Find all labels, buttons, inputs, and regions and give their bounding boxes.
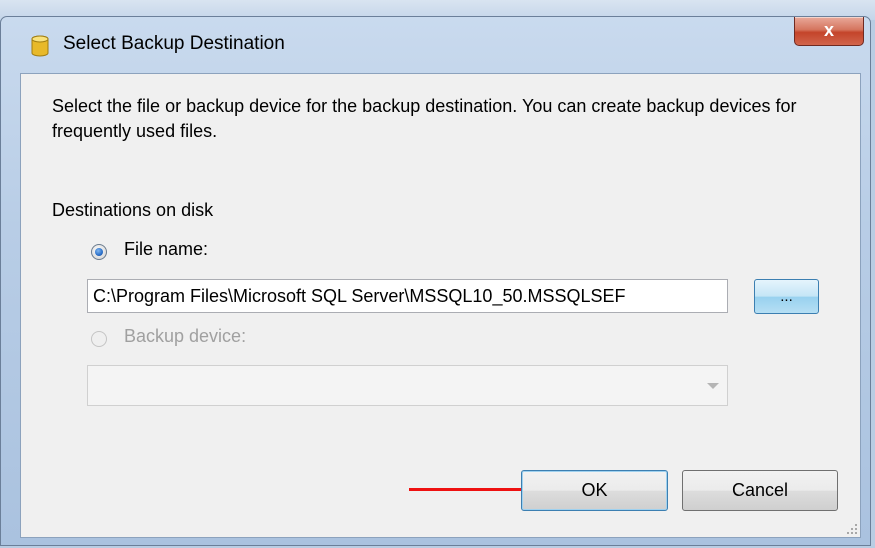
browse-button[interactable]: ... [754,279,819,314]
resize-grip-icon[interactable] [846,523,858,535]
dialog-body: Select the file or backup device for the… [20,73,861,538]
backup-device-label[interactable]: Backup device: [124,326,246,347]
file-name-radio[interactable] [91,244,107,260]
close-icon: x [823,20,834,40]
close-button[interactable]: x [794,17,864,46]
destinations-group-label: Destinations on disk [52,200,214,220]
file-path-input[interactable]: C:\Program Files\Microsoft SQL Server\MS… [87,279,728,313]
ok-button[interactable]: OK [521,470,668,511]
cancel-button[interactable]: Cancel [682,470,838,511]
chevron-down-icon [707,383,719,389]
backup-device-select[interactable] [87,365,728,406]
backup-device-radio[interactable] [91,331,107,347]
description-text: Select the file or backup device for the… [52,96,797,141]
database-icon [31,35,49,57]
file-name-label[interactable]: File name: [124,239,208,260]
title-bar[interactable]: Select Backup Destination x [1,17,870,71]
dialog-window: Select Backup Destination x Select the f… [0,16,871,546]
annotation-arrow-shaft [409,488,527,491]
dialog-title: Select Backup Destination [63,33,285,54]
